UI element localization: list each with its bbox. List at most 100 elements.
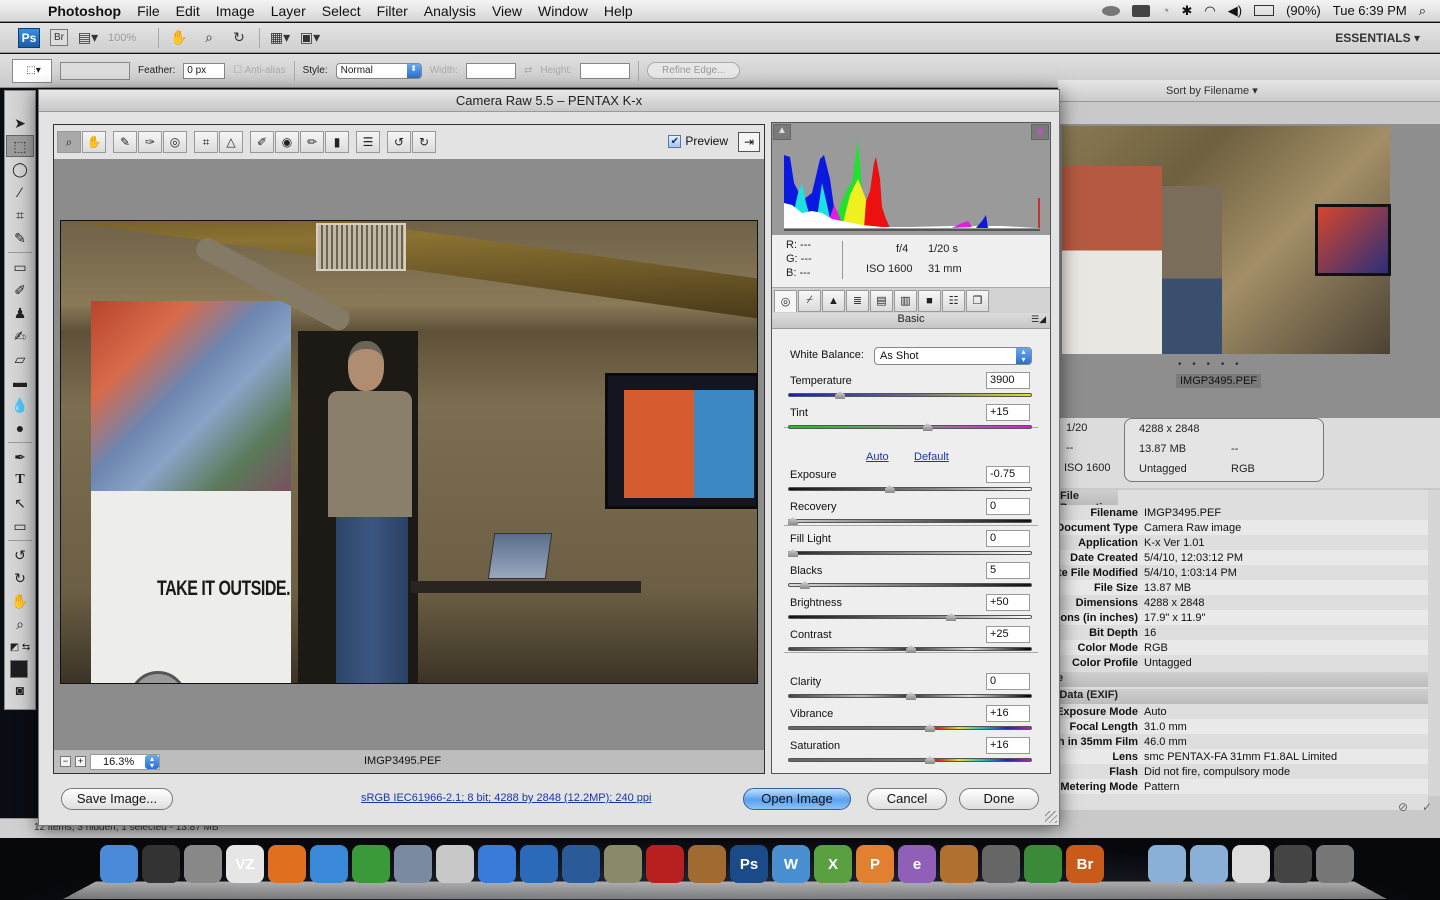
dock-script-editor-icon[interactable] xyxy=(982,845,1020,883)
slider-value-input[interactable]: +16 xyxy=(986,705,1030,722)
crop-tool-icon[interactable]: ⌗ xyxy=(6,204,34,226)
menu-view[interactable]: View xyxy=(484,3,530,19)
spotlight-icon[interactable]: ⌕ xyxy=(1419,3,1426,19)
dock-dvd-player-icon[interactable] xyxy=(520,845,558,883)
menu-image[interactable]: Image xyxy=(208,3,263,19)
resize-grip[interactable] xyxy=(1045,811,1057,823)
pen-tool-icon[interactable]: ✒ xyxy=(6,446,34,468)
dock-firefox-icon[interactable] xyxy=(268,845,306,883)
feather-input[interactable]: 0 px xyxy=(183,62,226,79)
default-colors-icon[interactable]: ◩ ⇆ xyxy=(6,636,34,658)
dock-itunes-icon[interactable] xyxy=(478,845,516,883)
dock-applications-folder-icon[interactable] xyxy=(1148,845,1186,883)
section-file-properties[interactable]: File Properties xyxy=(1058,490,1118,505)
shadow-clipping-warning-icon[interactable]: ▲ xyxy=(773,124,791,140)
tab-camera-calibration-icon[interactable]: ■ xyxy=(918,289,941,312)
dock-photo-booth-icon[interactable] xyxy=(646,845,684,883)
done-button[interactable]: Done xyxy=(959,788,1039,810)
selection-mode-buttons[interactable] xyxy=(60,61,130,80)
tab-detail-icon[interactable]: ▲ xyxy=(822,289,845,312)
lasso-tool-icon[interactable]: ◯ xyxy=(6,158,34,180)
launch-bridge-button[interactable]: Br xyxy=(50,29,68,46)
width-input[interactable] xyxy=(465,62,516,79)
exif-value[interactable]: smc PENTAX-FA 31mm F1.8AL Limited xyxy=(1144,751,1337,763)
clone-stamp-tool-icon[interactable]: ♟ xyxy=(6,302,34,324)
quick-selection-tool-icon[interactable]: ⁄ xyxy=(6,181,34,203)
slider-value-input[interactable]: +25 xyxy=(986,626,1030,643)
preview-image[interactable]: TAKE IT OUTSIDE. xyxy=(60,220,758,684)
graduated-filter-icon[interactable]: ▮ xyxy=(325,131,349,153)
slider-track[interactable] xyxy=(788,393,1032,397)
slider-value-input[interactable]: -0.75 xyxy=(986,466,1030,483)
dock-keynote-icon[interactable] xyxy=(940,845,978,883)
dock-word-icon[interactable]: W xyxy=(772,845,810,883)
metadata-value[interactable]: 5/4/10, 1:03:14 PM xyxy=(1144,567,1237,579)
slider-value-input[interactable]: 0 xyxy=(986,530,1030,547)
dock-quicktime-icon[interactable] xyxy=(562,845,600,883)
dock-iphoto-2-icon[interactable] xyxy=(688,845,726,883)
rectangle-tool-icon[interactable]: ▭ xyxy=(6,515,34,537)
menu-analysis[interactable]: Analysis xyxy=(416,3,484,19)
metadata-value[interactable]: IMGP3495.PEF xyxy=(1144,507,1221,519)
tab-tone-curve-icon[interactable]: ⌿ xyxy=(798,289,821,312)
exif-value[interactable]: 31.0 mm xyxy=(1144,721,1187,733)
dock-image-capture-icon[interactable] xyxy=(436,845,474,883)
slider-track[interactable] xyxy=(788,758,1032,762)
hand-tool-icon[interactable]: ✋ xyxy=(82,131,106,153)
slider-value-input[interactable]: +50 xyxy=(986,594,1030,611)
metadata-value[interactable]: 16 xyxy=(1144,627,1156,639)
swap-width-height-icon[interactable]: ⇄ xyxy=(524,65,532,76)
3d-rotate-tool-icon[interactable]: ↺ xyxy=(6,544,34,566)
tab-split-toning-icon[interactable]: ▤ xyxy=(870,289,893,312)
menu-file[interactable]: File xyxy=(129,3,168,19)
type-tool-icon[interactable]: T xyxy=(6,469,34,491)
slider-track[interactable] xyxy=(788,425,1032,429)
white-balance-tool-icon[interactable]: ✎ xyxy=(113,131,137,153)
anti-alias-checkbox[interactable]: ☐ Anti-alias xyxy=(233,65,285,76)
zoom-tool-icon[interactable]: ⌕ xyxy=(199,29,219,46)
marquee-tool-icon[interactable]: ⬚ xyxy=(6,135,34,157)
bluetooth-icon[interactable]: ✱ xyxy=(1182,3,1193,19)
clock[interactable]: Tue 6:39 PM xyxy=(1333,3,1407,18)
metadata-value[interactable]: Untagged xyxy=(1144,657,1192,669)
style-select[interactable]: Normal ⬍ xyxy=(335,62,422,79)
arrange-documents-icon[interactable]: ▦▾ xyxy=(270,29,290,46)
gradient-tool-icon[interactable]: ▬ xyxy=(6,371,34,393)
thumbnail-filename[interactable]: IMGP3495.PEF xyxy=(1176,374,1262,388)
slider-value-input[interactable]: +15 xyxy=(986,404,1030,421)
dock-documents-folder-icon[interactable] xyxy=(1190,845,1228,883)
eyedropper-tool-icon[interactable]: ✎ xyxy=(6,227,34,249)
dock-photoshop-icon[interactable]: Ps xyxy=(730,845,768,883)
metadata-scrollbar[interactable] xyxy=(1428,490,1440,796)
rotate-right-icon[interactable]: ↻ xyxy=(412,131,436,153)
cloud-icon[interactable] xyxy=(1101,5,1120,16)
dock-safari-icon[interactable] xyxy=(310,845,348,883)
dock-dashboard-icon[interactable] xyxy=(142,845,180,883)
dock-screenshot-stack-icon[interactable] xyxy=(1274,845,1312,883)
straighten-tool-icon[interactable]: △ xyxy=(219,131,243,153)
brush-tool-icon[interactable]: ✐ xyxy=(6,279,34,301)
adjustment-brush-icon[interactable]: ✏ xyxy=(300,131,324,153)
rotate-view-icon[interactable]: ↻ xyxy=(229,29,249,46)
toolbox-grip[interactable] xyxy=(5,91,35,111)
tab-lens-corrections-icon[interactable]: ▥ xyxy=(894,289,917,312)
wifi-icon[interactable]: ◠ xyxy=(1204,3,1215,19)
save-image-button[interactable]: Save Image... xyxy=(61,788,173,810)
slider-track[interactable] xyxy=(788,615,1032,619)
dock-bridge-icon[interactable]: Br xyxy=(1066,845,1104,883)
workflow-options-link[interactable]: sRGB IEC61966-2.1; 8 bit; 4288 by 2848 (… xyxy=(361,792,651,804)
white-balance-select[interactable]: As Shot ▴ ▾ xyxy=(874,347,1032,365)
cancel-edit-icon[interactable]: ⊘ xyxy=(1398,800,1408,814)
menu-window[interactable]: Window xyxy=(530,3,596,19)
fullscreen-toggle-button[interactable]: ⇥ xyxy=(738,132,760,152)
dock-iphoto-icon[interactable] xyxy=(394,845,432,883)
metadata-value[interactable]: RGB xyxy=(1144,642,1168,654)
zoom-out-button[interactable]: − xyxy=(60,756,71,767)
menu-app-name[interactable]: Photoshop xyxy=(40,3,129,19)
auto-link[interactable]: Auto xyxy=(866,451,889,463)
metadata-value[interactable]: 17.9" x 11.9" xyxy=(1144,612,1205,624)
apply-edit-icon[interactable]: ✓ xyxy=(1422,800,1432,814)
dodge-tool-icon[interactable]: ● xyxy=(6,417,34,439)
slider-track[interactable] xyxy=(788,519,1032,523)
zoom-tool-icon[interactable]: ⌕ xyxy=(57,131,81,153)
